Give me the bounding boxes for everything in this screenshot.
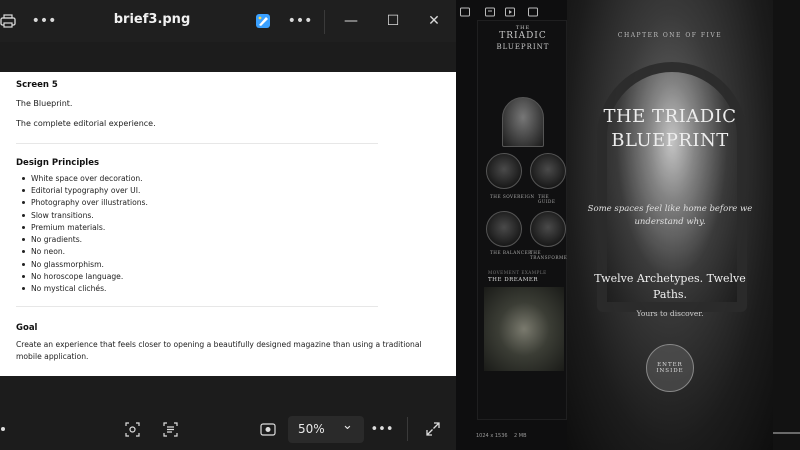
zoom-value: 50%: [298, 422, 325, 436]
file-size: 2 MB: [514, 433, 527, 439]
feature-photo: [484, 287, 564, 371]
screen-number: Screen 5: [16, 80, 58, 90]
list-item: Photography over illustrations.: [22, 197, 148, 209]
poster-preview: CHAPTER ONE OF FIVE THE TRIADIC BLUEPRIN…: [567, 0, 773, 450]
principles-list: White space over decoration. Editorial t…: [22, 172, 148, 295]
poster-title-1: THE TRIADIC: [603, 106, 737, 127]
preview-thumbnail: THE TRIADIC BLUEPRINT THE SOVEREIGN THE …: [477, 20, 571, 420]
archetype-label: THE SOVEREIGN: [490, 194, 535, 199]
arch-thumbnail: [502, 97, 544, 147]
archetype-medallion: [530, 211, 566, 247]
tagline-line-1: Some spaces feel like home before we: [587, 204, 753, 214]
document-image: Screen 5 The Blueprint. The complete edi…: [0, 72, 456, 376]
list-item: White space over decoration.: [22, 172, 148, 184]
list-item: No horoscope language.: [22, 270, 148, 282]
app-icon: [460, 2, 470, 17]
goal-heading: Goal: [16, 323, 38, 333]
zoom-dropdown[interactable]: 50% ⌄: [288, 416, 364, 443]
maximize-button[interactable]: ☐: [379, 8, 407, 34]
strip-title-2: BLUEPRINT: [496, 43, 550, 51]
archetype-label: THE TRANSFORMER: [530, 250, 571, 260]
toolbar-divider: [407, 417, 408, 441]
window-icon: [485, 2, 495, 21]
actual-size-icon[interactable]: [254, 416, 282, 442]
desktop-edge: [773, 0, 800, 450]
screen-subtitle: The complete editorial experience.: [16, 119, 156, 128]
list-item: No neon.: [22, 246, 148, 258]
list-item: Premium materials.: [22, 221, 148, 233]
minimize-button[interactable]: —: [337, 8, 365, 34]
filmstrip-dot-icon[interactable]: [1, 427, 5, 431]
image-viewer-window: ••• brief3.png ••• — ☐ ✕ Screen 5 The Bl…: [0, 0, 456, 450]
archetype-label: THE GUIDE: [538, 194, 556, 204]
title-bar: ••• brief3.png ••• — ☐ ✕: [0, 0, 456, 42]
archetype-label: THE BALANCER: [490, 250, 532, 255]
principles-heading: Design Principles: [16, 158, 100, 168]
enter-seal-button[interactable]: ENTER INSIDE: [646, 344, 694, 392]
text-scan-icon[interactable]: [156, 416, 184, 442]
edit-with-designer-icon[interactable]: [249, 8, 277, 34]
list-item: Editorial typography over UI.: [22, 184, 148, 196]
headline-line-2: Paths.: [652, 288, 688, 301]
titlebar-divider: [324, 10, 325, 34]
archetype-medallion: [486, 153, 522, 189]
feature-kicker: MOVEMENT EXAMPLE: [488, 270, 547, 275]
visual-search-icon[interactable]: [118, 416, 146, 442]
window-icon: [528, 2, 538, 21]
chapter-label: CHAPTER ONE OF FIVE: [617, 32, 723, 39]
headline-line-1: Twelve Archetypes. Twelve: [594, 272, 746, 285]
fullscreen-icon[interactable]: [419, 416, 447, 442]
poster-title-2: BLUEPRINT: [611, 130, 729, 151]
list-item: No mystical clichés.: [22, 283, 148, 295]
list-item: No gradients.: [22, 233, 148, 245]
list-item: No glassmorphism.: [22, 258, 148, 270]
more-actions-button[interactable]: •••: [286, 8, 314, 34]
poster-subline: Yours to discover.: [636, 309, 704, 318]
section-divider: [16, 306, 378, 307]
screen-title: The Blueprint.: [16, 99, 73, 108]
seal-text-2: INSIDE: [656, 368, 684, 374]
feature-title: THE DREAMER: [488, 277, 539, 283]
close-button[interactable]: ✕: [420, 8, 448, 34]
tagline-line-2: understand why.: [634, 217, 706, 227]
window-icon: [505, 2, 515, 21]
chevron-down-icon: ⌄: [342, 418, 353, 433]
archetype-medallion: [530, 153, 566, 189]
scrollbar-thumb[interactable]: [773, 432, 800, 434]
goal-text-line-2: mobile application.: [16, 352, 89, 361]
file-dimensions: 1024 x 1536: [476, 433, 508, 439]
list-item: Slow transitions.: [22, 209, 148, 221]
strip-title-1: TRIADIC: [499, 31, 547, 41]
goal-text-line-1: Create an experience that feels closer t…: [16, 340, 422, 349]
bottom-toolbar: 50% ⌄ •••: [0, 408, 456, 450]
archetype-medallion: [486, 211, 522, 247]
section-divider: [16, 143, 378, 144]
more-options-button[interactable]: •••: [368, 416, 396, 442]
